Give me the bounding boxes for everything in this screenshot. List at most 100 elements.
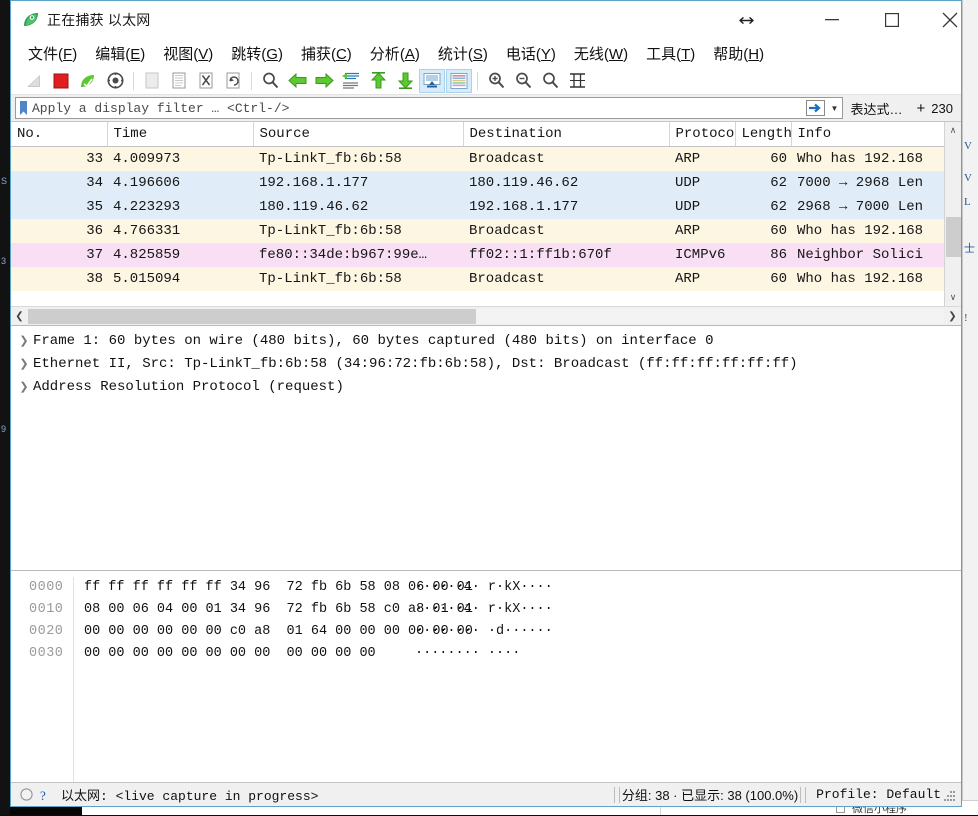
cell-length: 86 bbox=[770, 246, 787, 263]
detail-row-arp[interactable]: ❯ Address Resolution Protocol (request) bbox=[15, 376, 961, 399]
capture-help-icon[interactable]: ? bbox=[35, 788, 53, 802]
filter-input-container[interactable]: ▼ bbox=[15, 97, 843, 119]
bookmark-icon[interactable] bbox=[16, 98, 30, 118]
menu-edit-label: 编辑 bbox=[95, 45, 126, 63]
scroll-right-icon[interactable]: ❯ bbox=[944, 308, 961, 325]
column-header-length[interactable]: Length bbox=[735, 122, 792, 147]
menu-edit[interactable]: 编辑(E) bbox=[86, 40, 154, 67]
column-header-protocol[interactable]: Protocol bbox=[669, 122, 736, 147]
chevron-right-icon[interactable]: ❯ bbox=[15, 376, 33, 398]
resize-grip-icon[interactable] bbox=[941, 787, 957, 803]
open-file-icon[interactable] bbox=[139, 69, 165, 93]
go-back-icon[interactable] bbox=[284, 69, 310, 93]
colorize-packets-icon[interactable] bbox=[446, 68, 472, 93]
column-header-time[interactable]: Time bbox=[107, 122, 254, 147]
menu-wireless-accel: W bbox=[608, 45, 624, 63]
auto-scroll-icon[interactable] bbox=[419, 68, 445, 93]
table-row[interactable]: 37 4.825859 fe80::34de:b967:99e… ff02::1… bbox=[11, 242, 944, 267]
start-capture-icon[interactable] bbox=[21, 69, 47, 93]
apply-filter-arrow-icon[interactable] bbox=[804, 98, 828, 118]
packet-list-horizontal-scrollbar[interactable]: ❮ ❯ bbox=[11, 306, 961, 325]
menu-wireless[interactable]: 无线(W) bbox=[565, 40, 637, 67]
column-header-no[interactable]: No. bbox=[11, 122, 108, 147]
resize-columns-icon[interactable] bbox=[564, 69, 590, 93]
find-packet-icon[interactable] bbox=[257, 69, 283, 93]
zoom-reset-icon[interactable] bbox=[537, 69, 563, 93]
table-row[interactable]: 36 4.766331 Tp-LinkT_fb:6b:58 Broadcast … bbox=[11, 218, 944, 243]
byte-hex-row: ff ff ff ff ff ff 34 96 72 fb 6b 58 08 0… bbox=[84, 580, 473, 595]
detail-row-frame[interactable]: ❯ Frame 1: 60 bytes on wire (480 bits), … bbox=[15, 330, 961, 353]
scroll-left-icon[interactable]: ❮ bbox=[11, 308, 28, 325]
column-header-source[interactable]: Source bbox=[253, 122, 464, 147]
menu-capture[interactable]: 捕获(C) bbox=[292, 40, 361, 67]
save-file-icon[interactable] bbox=[166, 69, 192, 93]
resize-button[interactable] bbox=[723, 1, 769, 39]
packet-list-vertical-scrollbar[interactable]: ∧ ∨ bbox=[944, 122, 961, 306]
cell-time: 4.196606 bbox=[113, 174, 181, 191]
cell-info: Who has 192.168 bbox=[797, 270, 924, 287]
detail-row-ethernet[interactable]: ❯ Ethernet II, Src: Tp-LinkT_fb:6b:58 (3… bbox=[15, 353, 961, 376]
close-file-icon[interactable] bbox=[193, 69, 219, 93]
packet-bytes-pane[interactable]: 0000 0010 0020 0030 ff ff ff ff ff ff 34… bbox=[11, 570, 961, 782]
add-filter-button[interactable]: + bbox=[911, 100, 932, 117]
restart-capture-icon[interactable] bbox=[75, 69, 101, 93]
table-row[interactable]: 33 4.009973 Tp-LinkT_fb:6b:58 Broadcast … bbox=[11, 146, 944, 171]
menu-tools[interactable]: 工具(T) bbox=[637, 40, 704, 67]
status-divider bbox=[618, 786, 620, 803]
profile-label[interactable]: Profile: Default bbox=[808, 787, 941, 802]
go-first-packet-icon[interactable] bbox=[365, 69, 391, 93]
desktop-mark: ! bbox=[964, 312, 968, 324]
packet-list-table-container[interactable]: No. Time Source Destination Protocol Len… bbox=[11, 122, 944, 306]
zoom-out-icon[interactable] bbox=[510, 69, 536, 93]
search-input[interactable] bbox=[30, 98, 804, 118]
table-row[interactable]: 34 4.196606 192.168.1.177 180.119.46.62 … bbox=[11, 170, 944, 195]
menu-statistics-accel: S bbox=[472, 45, 483, 63]
menu-view[interactable]: 视图(V) bbox=[154, 40, 222, 67]
capture-options-icon[interactable] bbox=[102, 69, 128, 93]
chevron-down-icon[interactable]: ▼ bbox=[828, 98, 842, 118]
filter-expression-button[interactable]: 表达式… bbox=[843, 99, 911, 118]
maximize-button[interactable] bbox=[869, 1, 915, 39]
menu-statistics-label: 统计 bbox=[437, 45, 468, 63]
chevron-right-icon[interactable]: ❯ bbox=[15, 353, 33, 375]
stop-capture-icon[interactable] bbox=[48, 69, 74, 93]
menu-analyze[interactable]: 分析(A) bbox=[361, 40, 429, 67]
menu-go-accel: G bbox=[266, 45, 278, 63]
menu-go[interactable]: 跳转(G) bbox=[222, 40, 292, 67]
scrollbar-thumb[interactable] bbox=[28, 308, 476, 324]
menu-statistics[interactable]: 统计(S) bbox=[429, 40, 497, 67]
scrollbar-thumb[interactable] bbox=[945, 217, 961, 257]
column-header-info[interactable]: Info bbox=[791, 122, 944, 147]
cell-protocol: ARP bbox=[675, 222, 701, 239]
chevron-right-icon[interactable]: ❯ bbox=[15, 330, 33, 352]
go-to-packet-icon[interactable] bbox=[338, 69, 364, 93]
svg-text:?: ? bbox=[40, 788, 46, 802]
cell-time: 4.766331 bbox=[113, 222, 181, 239]
byte-ascii-column[interactable]: ······4· r·kX···· ······4· r·kX···· ····… bbox=[403, 577, 961, 782]
menu-telephony[interactable]: 电话(Y) bbox=[497, 40, 565, 67]
reload-file-icon[interactable] bbox=[220, 69, 246, 93]
byte-hex-column[interactable]: ff ff ff ff ff ff 34 96 72 fb 6b 58 08 0… bbox=[73, 577, 473, 782]
table-row[interactable]: 38 5.015094 Tp-LinkT_fb:6b:58 Broadcast … bbox=[11, 266, 944, 291]
menu-tools-label: 工具 bbox=[646, 45, 677, 63]
column-header-destination[interactable]: Destination bbox=[463, 122, 670, 147]
go-forward-icon[interactable] bbox=[311, 69, 337, 93]
packet-detail-pane[interactable]: ❯ Frame 1: 60 bytes on wire (480 bits), … bbox=[11, 325, 961, 570]
scrollbar-track[interactable] bbox=[945, 139, 962, 289]
scrollbar-track[interactable] bbox=[28, 308, 944, 324]
expert-info-icon[interactable] bbox=[17, 788, 35, 801]
close-button[interactable] bbox=[927, 1, 973, 39]
minimize-button[interactable] bbox=[809, 1, 855, 39]
status-divider bbox=[613, 786, 615, 803]
go-last-packet-icon[interactable] bbox=[392, 69, 418, 93]
scroll-down-icon[interactable]: ∨ bbox=[945, 289, 962, 306]
cell-protocol: ARP bbox=[675, 150, 701, 167]
scroll-up-icon[interactable]: ∧ bbox=[945, 122, 962, 139]
table-row[interactable]: 35 4.223293 180.119.46.62 192.168.1.177 … bbox=[11, 194, 944, 219]
desktop-left-strip: S 3 9 bbox=[0, 0, 10, 815]
menu-view-accel: V bbox=[198, 45, 209, 63]
menu-file[interactable]: 文件(F) bbox=[19, 40, 86, 67]
menu-help[interactable]: 帮助(H) bbox=[704, 40, 773, 67]
cell-destination: 192.168.1.177 bbox=[469, 198, 579, 215]
zoom-in-icon[interactable] bbox=[483, 69, 509, 93]
